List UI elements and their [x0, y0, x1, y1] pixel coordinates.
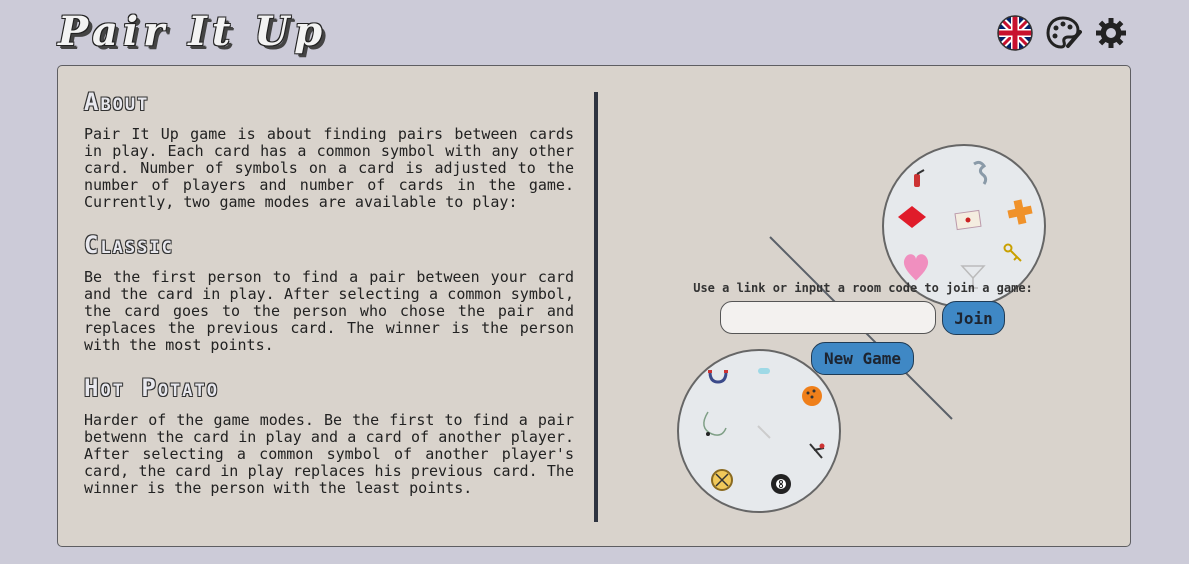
gear-icon[interactable] [1092, 14, 1130, 52]
eight-ball-icon [771, 474, 791, 494]
bottom-card [677, 349, 841, 513]
envelope-icon [954, 209, 982, 231]
room-code-input[interactable] [720, 301, 936, 334]
top-toolbar [996, 14, 1130, 52]
palette-icon[interactable] [1044, 14, 1082, 52]
new-game-button[interactable]: New Game [811, 342, 914, 375]
join-instructions: Use a link or input a room code to join … [693, 281, 1033, 295]
pills-icon [758, 368, 770, 374]
compass-icon [711, 469, 733, 491]
join-button[interactable]: Join [942, 301, 1005, 335]
orange-ball-icon [802, 386, 822, 406]
app-logo: Pair It Up [58, 8, 328, 55]
main-panel: About Pair It Up game is about finding p… [57, 65, 1131, 547]
uk-flag-icon[interactable] [996, 14, 1034, 52]
